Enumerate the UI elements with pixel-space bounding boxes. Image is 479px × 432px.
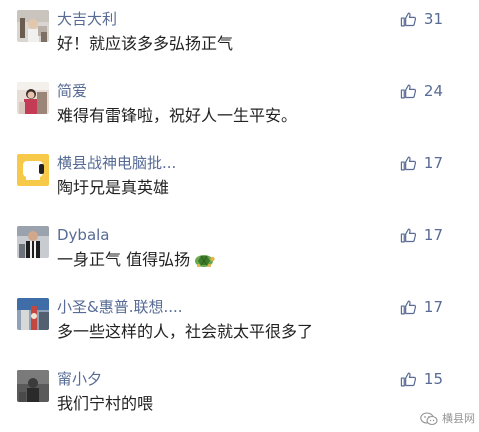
avatar-photo-icon: [17, 10, 49, 42]
comment-nickname: Dybala: [57, 226, 110, 244]
like-count: 17: [423, 226, 443, 244]
thumbs-up-icon: [400, 228, 416, 242]
avatar[interactable]: [17, 370, 49, 402]
watermark-text: 横县网: [442, 412, 475, 425]
like-button[interactable]: 15: [400, 368, 443, 390]
comment-content: 一身正气 值得弘扬: [57, 249, 215, 274]
avatar-player-photo-icon: [17, 226, 49, 258]
comment-item: 小圣&惠普.联想.... 17 多一些这样的人，社会就太平很多了: [0, 288, 479, 360]
comment-item: 大吉大利 31 好！就应该多多弘扬正气: [0, 0, 479, 72]
comment-nickname: 小圣&惠普.联想....: [57, 298, 183, 316]
like-count: 31: [423, 10, 443, 28]
comment-nickname: 大吉大利: [57, 10, 118, 28]
thumbs-up-icon: [400, 156, 416, 170]
like-button[interactable]: 17: [400, 296, 443, 318]
like-button[interactable]: 24: [400, 80, 443, 102]
comment-item: 横县战神电脑批... 17 陶圩兄是真英雄: [0, 144, 479, 216]
comment-item: 甯小夕 15 我们宁村的喂: [0, 360, 479, 432]
avatar[interactable]: [17, 154, 49, 186]
comment-content: 难得有雷锋啦，祝好人一生平安。: [57, 106, 298, 125]
like-count: 17: [423, 154, 443, 172]
like-count: 15: [423, 370, 443, 388]
watermark: 横县网: [420, 412, 475, 426]
thumbs-up-icon: [400, 12, 416, 26]
like-button[interactable]: 17: [400, 152, 443, 174]
comment-content: 多一些这样的人，社会就太平很多了: [57, 322, 314, 341]
comment-item: Dybala 17 一身正气 值得弘扬: [0, 216, 479, 288]
comment-nickname: 横县战神电脑批...: [57, 154, 177, 172]
comment-nickname: 简爱: [57, 82, 88, 100]
avatar-photo-icon: [17, 82, 49, 114]
avatar[interactable]: [17, 82, 49, 114]
like-button[interactable]: 31: [400, 8, 443, 30]
comment-item: 简爱 24 难得有雷锋啦，祝好人一生平安。: [0, 72, 479, 144]
comment-nickname: 甯小夕: [57, 370, 103, 388]
avatar-yellow-monitor-icon: [17, 154, 49, 186]
like-count: 17: [423, 298, 443, 316]
thumbs-up-icon: [400, 84, 416, 98]
comment-text: 一身正气 值得弘扬: [57, 250, 191, 269]
turtle-emoji-icon: [193, 250, 215, 274]
like-button[interactable]: 17: [400, 224, 443, 246]
comment-content: 好！就应该多多弘扬正气: [57, 34, 234, 53]
avatar-street-photo-icon: [17, 298, 49, 330]
like-count: 24: [423, 82, 443, 100]
avatar[interactable]: [17, 298, 49, 330]
thumbs-up-icon: [400, 300, 416, 314]
comment-content: 陶圩兄是真英雄: [57, 178, 170, 197]
comment-list: 大吉大利 31 好！就应该多多弘扬正气 简爱 24 难得有雷锋啦，祝好人一生平安…: [0, 0, 479, 430]
thumbs-up-icon: [400, 372, 416, 386]
wechat-icon: [420, 412, 438, 426]
avatar[interactable]: [17, 10, 49, 42]
avatar-dark-photo-icon: [17, 370, 49, 402]
comment-content: 我们宁村的喂: [57, 394, 154, 413]
avatar[interactable]: [17, 226, 49, 258]
